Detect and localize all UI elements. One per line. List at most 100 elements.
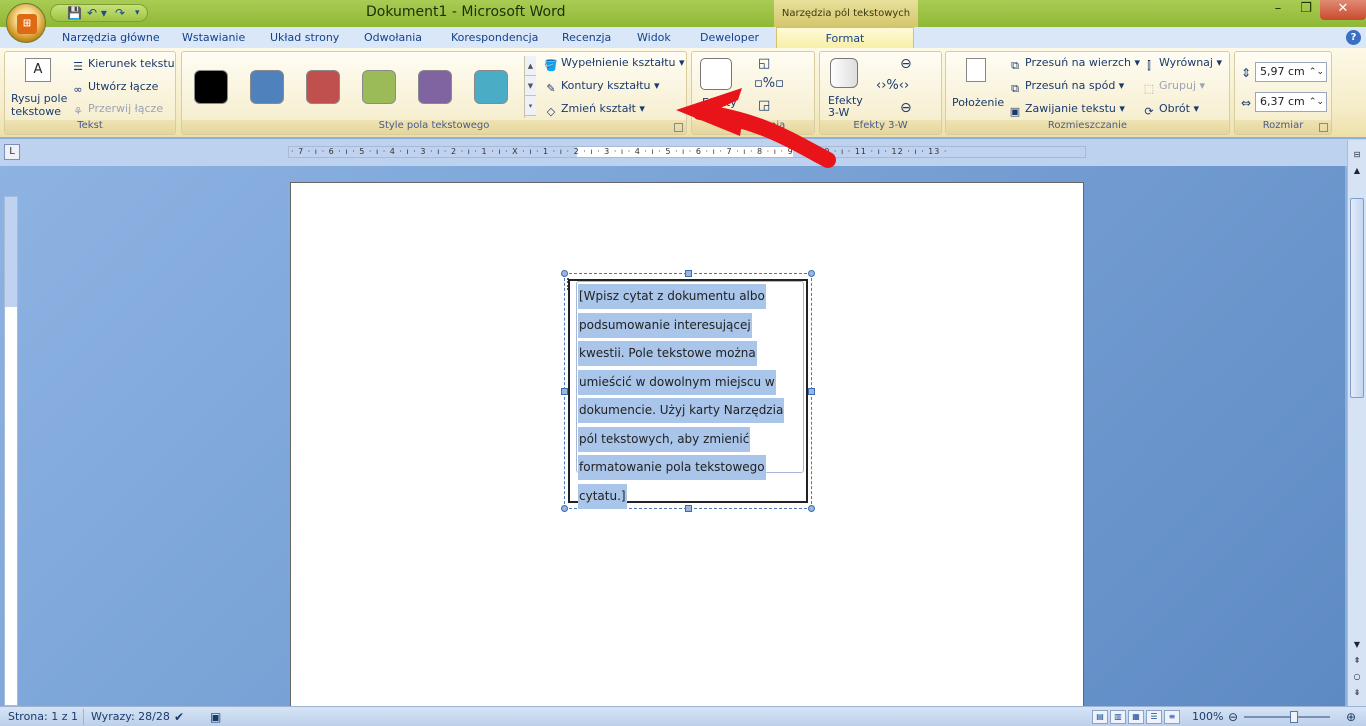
- resize-handle-tr[interactable]: [808, 270, 815, 277]
- 3d-effects-icon[interactable]: [830, 58, 858, 88]
- minimize-button[interactable]: –: [1264, 0, 1292, 20]
- split-view-icon[interactable]: ⊟: [1350, 148, 1364, 162]
- qat-customize-icon[interactable]: ▾: [135, 5, 140, 22]
- nudge-down-icon[interactable]: ◲: [758, 98, 770, 113]
- resize-handle-t[interactable]: [685, 270, 692, 277]
- draw-textbox-button[interactable]: Rysuj pole: [11, 92, 67, 105]
- textbox-line: umieścić w dowolnym miejscu w: [578, 369, 776, 395]
- zoom-slider[interactable]: [1244, 716, 1330, 718]
- undo-icon[interactable]: ↶ ▾: [87, 5, 107, 22]
- horizontal-ruler[interactable]: · 7 · ı · 6 · ı · 5 · ı · 4 · ı · 3 · ı …: [288, 146, 1086, 158]
- prev-page-icon[interactable]: ⇞: [1350, 654, 1364, 668]
- scroll-up-button[interactable]: ▲: [1350, 164, 1364, 178]
- styles-dialog-launcher-icon[interactable]: [674, 123, 683, 132]
- group-3d-effects: Efekty 3-W ⊖ ‹›%‹› ⊖ Efekty 3-W: [819, 51, 942, 135]
- word-count[interactable]: Wyrazy: 28/28: [91, 710, 170, 723]
- style-swatch-purple[interactable]: [418, 70, 452, 104]
- create-link-button[interactable]: ∞ Utwórz łącze: [71, 80, 158, 97]
- browse-object-icon[interactable]: ○: [1350, 670, 1364, 684]
- zoom-slider-knob[interactable]: [1290, 711, 1298, 723]
- tilt-controls-icon[interactable]: ‹›%‹›: [876, 78, 909, 93]
- rotate-button[interactable]: ⟳ Obrót ▾: [1142, 102, 1199, 119]
- office-button[interactable]: ⊞: [6, 3, 46, 43]
- document-page[interactable]: [Wpisz cytat z dokumentu albo podsumowan…: [290, 182, 1084, 712]
- full-screen-view-icon[interactable]: ▥: [1110, 710, 1126, 724]
- resize-handle-tl[interactable]: [561, 270, 568, 277]
- scroll-down-button[interactable]: ▼: [1350, 638, 1364, 652]
- text-wrap-button[interactable]: ▣ Zawijanie tekstu ▾: [1008, 102, 1125, 119]
- macro-record-icon[interactable]: ▣: [210, 710, 221, 724]
- shape-outline-button[interactable]: ✎ Kontury kształtu ▾: [544, 79, 659, 96]
- print-layout-view-icon[interactable]: ▤: [1092, 710, 1108, 724]
- tab-insert[interactable]: Wstawianie: [182, 31, 245, 44]
- shadow-effects-button[interactable]: Efekty: [702, 96, 737, 109]
- vertical-scrollbar[interactable]: ⊟ ▲ ▼ ⇞ ○ ⇟: [1347, 140, 1366, 706]
- tab-references[interactable]: Odwołania: [364, 31, 422, 44]
- save-icon[interactable]: 💾: [67, 5, 82, 22]
- web-layout-view-icon[interactable]: ▦: [1128, 710, 1144, 724]
- outline-view-icon[interactable]: ☰: [1146, 710, 1162, 724]
- resize-handle-r[interactable]: [808, 388, 815, 395]
- shape-fill-button[interactable]: 🪣 Wypełnienie kształtu ▾: [544, 56, 684, 73]
- scroll-thumb[interactable]: [1350, 198, 1364, 398]
- page-count[interactable]: Strona: 1 z 1: [8, 710, 78, 723]
- resize-handle-bl[interactable]: [561, 505, 568, 512]
- tab-developer[interactable]: Deweloper: [700, 31, 759, 44]
- size-dialog-launcher-icon[interactable]: [1319, 123, 1328, 132]
- gallery-up-button[interactable]: ▲: [525, 56, 536, 76]
- tab-review[interactable]: Recenzja: [562, 31, 611, 44]
- style-swatch-black[interactable]: [194, 70, 228, 104]
- position-icon[interactable]: [966, 58, 986, 82]
- resize-handle-l[interactable]: [561, 388, 568, 395]
- draft-view-icon[interactable]: ≡: [1164, 710, 1180, 724]
- tab-page-layout[interactable]: Układ strony: [270, 31, 339, 44]
- width-input[interactable]: 6,37 cm ⌃⌄: [1255, 92, 1327, 112]
- style-swatch-aqua[interactable]: [474, 70, 508, 104]
- text-wrap-icon: ▣: [1009, 105, 1021, 118]
- tab-format[interactable]: Format: [776, 27, 914, 48]
- tab-mailings[interactable]: Korespondencja: [451, 31, 538, 44]
- shadow-effects-icon[interactable]: [700, 58, 732, 90]
- tab-home[interactable]: Narzędzia główne: [62, 31, 160, 44]
- redo-icon[interactable]: ↷: [115, 5, 125, 22]
- zoom-level[interactable]: 100%: [1192, 710, 1223, 723]
- shadow-toggle-icon[interactable]: ▫%▫: [754, 76, 784, 91]
- maximize-button[interactable]: ❐: [1292, 0, 1320, 20]
- nudge-up-icon[interactable]: ◱: [758, 56, 770, 71]
- help-icon[interactable]: ?: [1346, 30, 1361, 45]
- draw-textbox-icon[interactable]: A: [25, 58, 51, 82]
- change-shape-button[interactable]: ◇ Zmień kształt ▾: [544, 102, 645, 119]
- gallery-more-button[interactable]: ▾: [525, 96, 536, 116]
- group-button[interactable]: ⬚ Grupuj ▾: [1142, 79, 1205, 96]
- height-spinner-icon[interactable]: ⌃⌄: [1309, 63, 1324, 81]
- zoom-in-icon[interactable]: ⊕: [1346, 710, 1356, 724]
- text-direction-button[interactable]: ☰ Kierunek tekstu: [71, 57, 175, 74]
- tilt-up-icon[interactable]: ⊖: [900, 56, 912, 72]
- textbox-content[interactable]: [Wpisz cytat z dokumentu albo podsumowan…: [578, 283, 788, 511]
- style-swatch-green[interactable]: [362, 70, 396, 104]
- zoom-out-icon[interactable]: ⊖: [1228, 710, 1238, 724]
- bring-to-front-button[interactable]: ⧉ Przesuń na wierzch ▾: [1008, 56, 1140, 73]
- textbox-selection[interactable]: [Wpisz cytat z dokumentu albo podsumowan…: [561, 270, 815, 512]
- proofing-icon[interactable]: ✔: [174, 710, 184, 724]
- gallery-down-button[interactable]: ▼: [525, 76, 536, 96]
- position-button[interactable]: Położenie: [952, 96, 1004, 109]
- next-page-icon[interactable]: ⇟: [1350, 686, 1364, 700]
- group-label-shadow: Efekty cienia: [692, 120, 814, 134]
- style-swatch-blue[interactable]: [250, 70, 284, 104]
- close-button[interactable]: ✕: [1320, 0, 1366, 20]
- align-button[interactable]: ⫿ Wyrównaj ▾: [1142, 56, 1222, 73]
- textbox-line: [Wpisz cytat z dokumentu albo: [578, 284, 766, 309]
- send-to-back-button[interactable]: ⧉ Przesuń na spód ▾: [1008, 79, 1124, 96]
- vertical-ruler[interactable]: [4, 196, 18, 706]
- tilt-down-icon[interactable]: ⊖: [900, 100, 912, 116]
- width-spinner-icon[interactable]: ⌃⌄: [1309, 93, 1324, 111]
- break-link-button[interactable]: ⚘ Przerwij łącze: [71, 102, 163, 119]
- title-bar: ⊞ 💾 ↶ ▾ ↷ ▾ Dokument1 - Microsoft Word N…: [0, 0, 1366, 43]
- textbox-line: pól tekstowych, aby zmienić: [578, 426, 751, 452]
- tab-view[interactable]: Widok: [637, 31, 671, 44]
- height-input[interactable]: 5,97 cm ⌃⌄: [1255, 62, 1327, 82]
- style-swatch-red[interactable]: [306, 70, 340, 104]
- tab-selector-icon[interactable]: L: [4, 144, 20, 160]
- resize-handle-br[interactable]: [808, 505, 815, 512]
